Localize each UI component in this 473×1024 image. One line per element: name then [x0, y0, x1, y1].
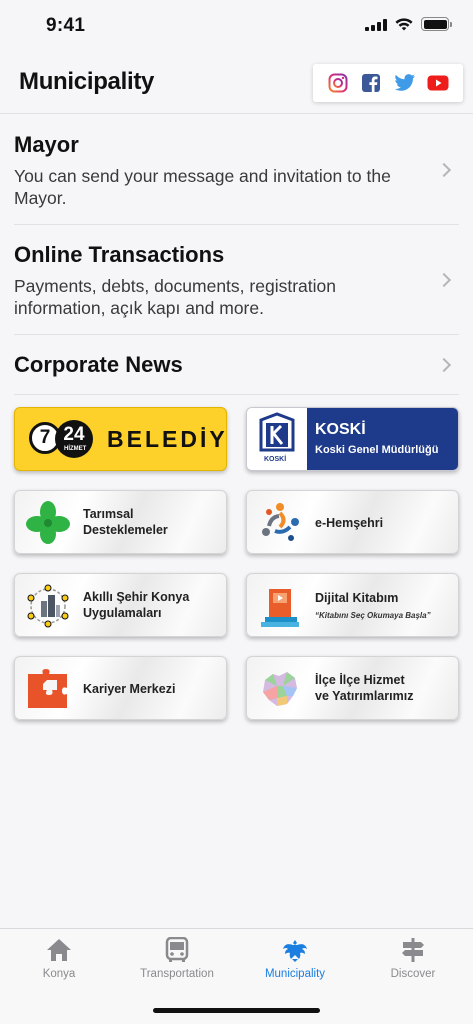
tab-konya[interactable]: Konya: [0, 929, 118, 989]
chevron-right-icon: [436, 162, 452, 178]
books-icon: [257, 583, 303, 629]
youtube-icon[interactable]: [427, 72, 449, 94]
district-map-icon: [257, 666, 303, 712]
menu-item-title: Online Transactions: [14, 242, 225, 267]
tab-label: Discover: [390, 968, 436, 980]
tab-transportation[interactable]: Transportation: [118, 929, 236, 989]
card-label: Akıllı Şehir Konya Uygulamaları: [83, 589, 189, 621]
smart-city-icon: [25, 583, 71, 629]
koski-banner: KOSKİ Koski Genel Müdürlüğü: [307, 408, 458, 470]
tab-label: Konya: [42, 968, 76, 980]
card-subtitle: Koski Genel Müdürlüğü: [315, 444, 439, 456]
menu-item-mayor[interactable]: Mayor You can send your message and invi…: [14, 115, 459, 225]
card-e-hemsehri[interactable]: e-Hemşehri: [246, 490, 459, 554]
menu-item-description: Payments, debts, documents, registration…: [14, 276, 336, 318]
card-label-line2: Desteklemeler: [83, 523, 168, 537]
status-bar: 9:41: [0, 0, 473, 50]
card-label-line2: Uygulamaları: [83, 606, 162, 620]
menu-item-description: You can send your message and invitation…: [14, 166, 391, 208]
logo-number-24: 24: [55, 420, 93, 458]
card-title: Dijital Kitabım: [315, 591, 399, 605]
card-724-belediye[interactable]: 7 24 HİZMET BELEDİYE: [14, 407, 227, 471]
card-label: BELEDİYE: [107, 426, 227, 452]
menu-item-online-transactions[interactable]: Online Transactions Payments, debts, doc…: [14, 225, 459, 335]
puzzle-icon: [25, 666, 71, 712]
home-indicator: [153, 1008, 320, 1013]
page-title: Municipality: [19, 68, 155, 95]
card-label-line2: ve Yatırımlarımız: [315, 689, 414, 703]
tab-municipality[interactable]: Municipality: [236, 929, 354, 989]
card-label: Tarımsal Desteklemeler: [83, 506, 168, 538]
instagram-icon[interactable]: [327, 72, 349, 94]
battery-icon: [421, 17, 452, 31]
status-icons: [365, 17, 452, 31]
card-dijital-kitabim[interactable]: Dijital Kitabım “Kitabını Seç Okumaya Ba…: [246, 573, 459, 637]
social-links: [313, 64, 463, 102]
card-label: Kariyer Merkezi: [83, 682, 176, 696]
facebook-icon[interactable]: [360, 72, 382, 94]
cellular-signal-icon: [365, 18, 387, 31]
menu-item-title: Mayor: [14, 132, 79, 157]
twitter-icon[interactable]: [394, 72, 416, 94]
menu-item-corporate-news[interactable]: Corporate News: [14, 335, 459, 395]
menu-item-title: Corporate News: [14, 352, 183, 377]
logo-hizmet-text: HİZMET: [64, 446, 87, 452]
navigation-header: Municipality: [0, 56, 473, 114]
card-label-line1: Tarımsal: [83, 507, 134, 521]
status-time: 9:41: [46, 15, 86, 36]
signpost-icon: [402, 938, 424, 962]
card-koski[interactable]: KOSKİ KOSKİ Koski Genel Müdürlüğü: [246, 407, 459, 471]
chevron-right-icon: [436, 272, 452, 288]
card-label-line1: Akıllı Şehir Konya: [83, 590, 190, 604]
home-icon: [47, 939, 71, 961]
tab-label: Transportation: [140, 968, 214, 980]
card-tarimsal-desteklemeler[interactable]: Tarımsal Desteklemeler: [14, 490, 227, 554]
clover-icon: [25, 500, 71, 546]
card-label: İlçe İlçe Hizmet ve Yatırımlarımız: [315, 672, 413, 704]
chevron-right-icon: [436, 357, 452, 373]
bus-icon: [165, 937, 189, 962]
card-akilli-sehir[interactable]: Akıllı Şehir Konya Uygulamaları: [14, 573, 227, 637]
wifi-icon: [395, 17, 413, 30]
menu-list: Mayor You can send your message and invi…: [14, 115, 459, 395]
tab-discover[interactable]: Discover: [354, 929, 472, 989]
card-label-line1: İlçe İlçe Hizmet: [315, 673, 405, 687]
card-label: e-Hemşehri: [315, 516, 384, 530]
card-subtitle: “Kitabını Seç Okumaya Başla”: [315, 611, 431, 620]
municipality-eagle-icon: [283, 940, 307, 962]
people-circle-icon: [257, 500, 303, 546]
tab-label: Municipality: [264, 968, 326, 980]
card-title: KOSKİ: [315, 421, 366, 438]
card-kariyer-merkezi[interactable]: Kariyer Merkezi: [14, 656, 227, 720]
card-ilce-hizmet[interactable]: İlçe İlçe Hizmet ve Yatırımlarımız: [246, 656, 459, 720]
koski-logo: KOSKİ: [247, 408, 307, 470]
koski-logo-text: KOSKİ: [264, 456, 287, 463]
